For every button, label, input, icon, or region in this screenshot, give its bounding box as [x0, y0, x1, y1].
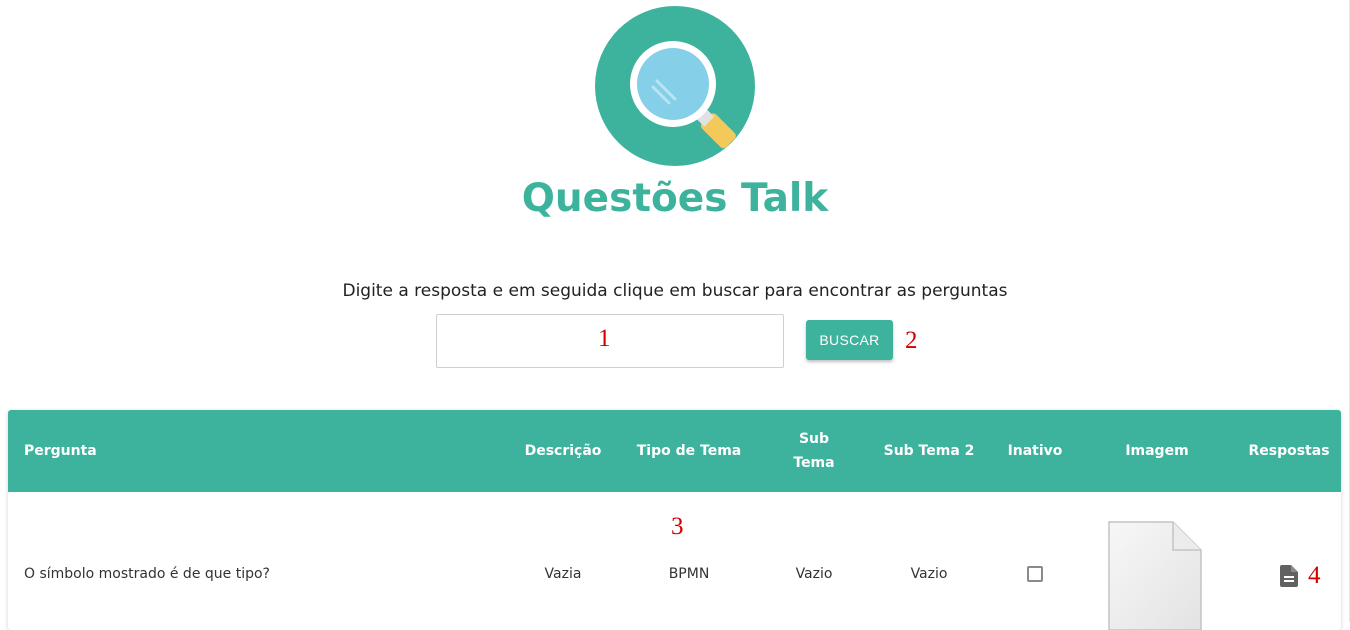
header-sub-tema-line2: Tema — [793, 455, 835, 471]
cell-sub-tema-2: Vazio — [910, 566, 948, 582]
header-sub-tema-2: Sub Tema 2 — [883, 443, 975, 459]
header-respostas: Respostas — [1248, 443, 1330, 459]
header-sub-tema: Sub Tema — [784, 427, 844, 475]
annotation-4: 4 — [1308, 562, 1321, 589]
cell-tipo-tema: BPMN — [668, 566, 710, 582]
table-header: Pergunta Descrição Tipo de Tema Sub Tema… — [8, 410, 1341, 492]
questions-table: Pergunta Descrição Tipo de Tema Sub Tema… — [8, 410, 1341, 630]
annotation-3: 3 — [671, 513, 684, 540]
blank-image-icon — [1108, 521, 1202, 630]
header-imagem: Imagem — [1125, 443, 1189, 459]
header-pergunta: Pergunta — [24, 443, 97, 459]
search-instructions: Digite a resposta e em seguida clique em… — [342, 281, 1008, 301]
page-title: Questões Talk — [521, 176, 829, 221]
header-descricao: Descrição — [524, 443, 602, 459]
magnifier-logo-icon — [595, 6, 755, 166]
inativo-checkbox[interactable] — [1027, 566, 1043, 582]
annotation-2: 2 — [905, 327, 918, 354]
document-icon[interactable] — [1280, 565, 1298, 587]
header-tipo-tema: Tipo de Tema — [636, 443, 742, 459]
annotation-1: 1 — [598, 325, 611, 352]
cell-sub-tema: Vazio — [795, 566, 833, 582]
cell-pergunta: O símbolo mostrado é de que tipo? — [24, 566, 270, 582]
cell-descricao: Vazia — [544, 566, 582, 582]
header-sub-tema-line1: Sub — [798, 431, 830, 447]
header-inativo: Inativo — [1007, 443, 1063, 459]
search-button[interactable]: BUSCAR — [806, 320, 893, 360]
